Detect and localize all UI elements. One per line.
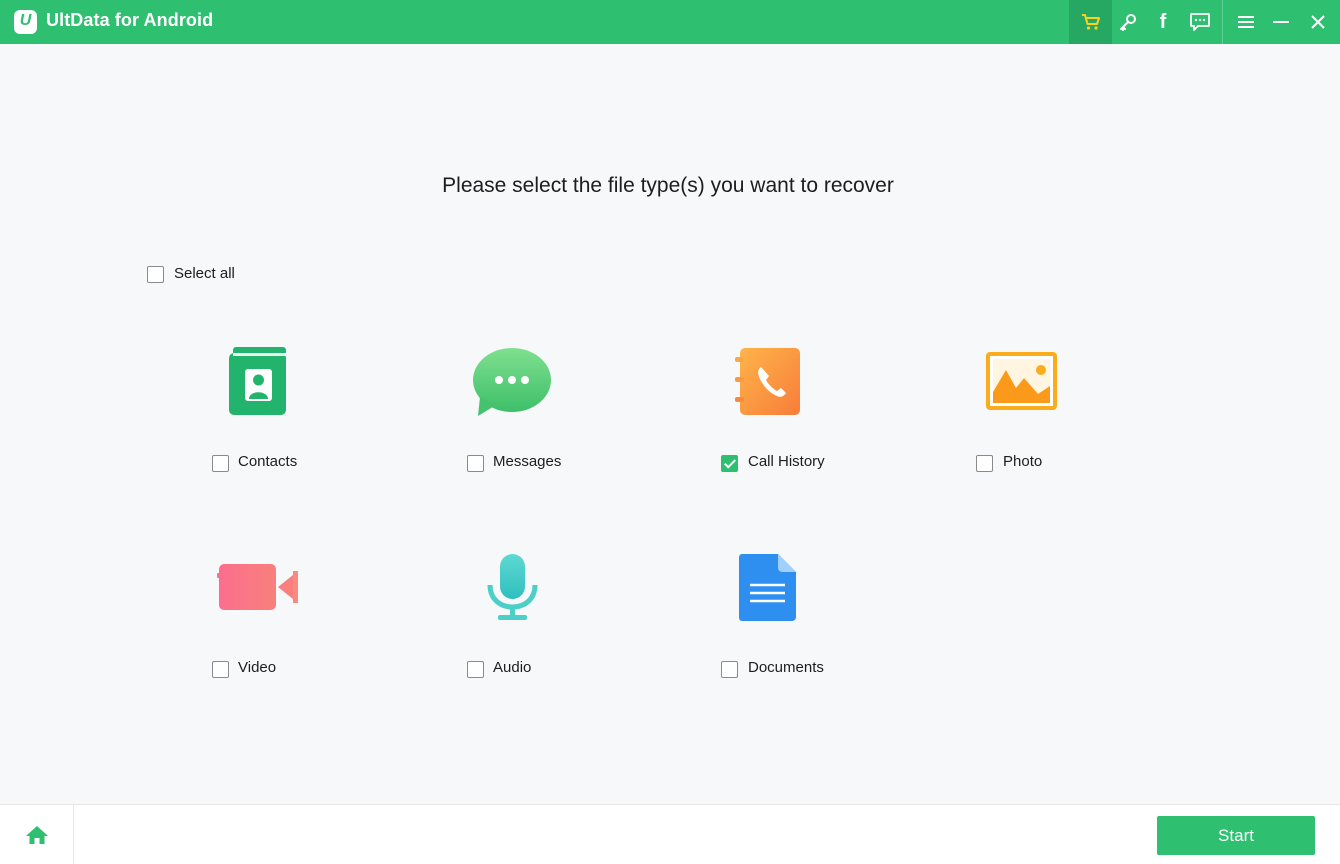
photo-checkbox[interactable] xyxy=(976,455,993,472)
app-title: UltData for Android xyxy=(46,10,213,31)
video-icon xyxy=(217,563,299,611)
app-logo: U xyxy=(14,10,37,34)
documents-label[interactable]: Documents xyxy=(748,659,824,676)
page-heading: Please select the file type(s) you want … xyxy=(0,174,1336,198)
register-key-button[interactable] xyxy=(1110,0,1146,44)
feedback-icon xyxy=(1189,12,1211,32)
home-button[interactable] xyxy=(0,805,74,864)
documents-checkbox[interactable] xyxy=(721,661,738,678)
start-button[interactable]: Start xyxy=(1157,816,1315,855)
cart-icon xyxy=(1081,13,1101,31)
minimize-button[interactable] xyxy=(1263,0,1299,44)
feedback-button[interactable] xyxy=(1182,0,1218,44)
photo-label[interactable]: Photo xyxy=(1003,453,1042,470)
cart-button[interactable] xyxy=(1069,0,1112,44)
menu-button[interactable] xyxy=(1228,0,1264,44)
facebook-button[interactable]: f xyxy=(1145,0,1181,44)
facebook-icon: f xyxy=(1160,11,1167,34)
audio-icon xyxy=(486,553,540,623)
close-icon xyxy=(1310,14,1326,30)
call-history-label[interactable]: Call History xyxy=(748,453,825,470)
contacts-checkbox[interactable] xyxy=(212,455,229,472)
call-history-icon xyxy=(734,347,802,417)
toolbar-divider xyxy=(1222,0,1223,44)
key-icon xyxy=(1118,12,1138,32)
close-button[interactable] xyxy=(1300,0,1336,44)
messages-label[interactable]: Messages xyxy=(493,453,561,470)
photo-icon xyxy=(986,352,1058,410)
contacts-label[interactable]: Contacts xyxy=(238,453,297,470)
select-all-label[interactable]: Select all xyxy=(174,265,235,282)
title-bar: U UltData for Android f xyxy=(0,0,1340,44)
minimize-icon xyxy=(1273,15,1289,29)
audio-checkbox[interactable] xyxy=(467,661,484,678)
home-icon xyxy=(25,825,49,845)
audio-label[interactable]: Audio xyxy=(493,659,531,676)
messages-checkbox[interactable] xyxy=(467,455,484,472)
video-checkbox[interactable] xyxy=(212,661,229,678)
documents-icon xyxy=(738,553,798,623)
contacts-icon xyxy=(229,347,287,415)
messages-icon xyxy=(472,347,552,417)
menu-icon xyxy=(1238,15,1254,29)
video-label[interactable]: Video xyxy=(238,659,276,676)
bottom-bar: Start xyxy=(0,804,1340,864)
select-all-checkbox[interactable] xyxy=(147,266,164,283)
call-history-checkbox[interactable] xyxy=(721,455,738,472)
